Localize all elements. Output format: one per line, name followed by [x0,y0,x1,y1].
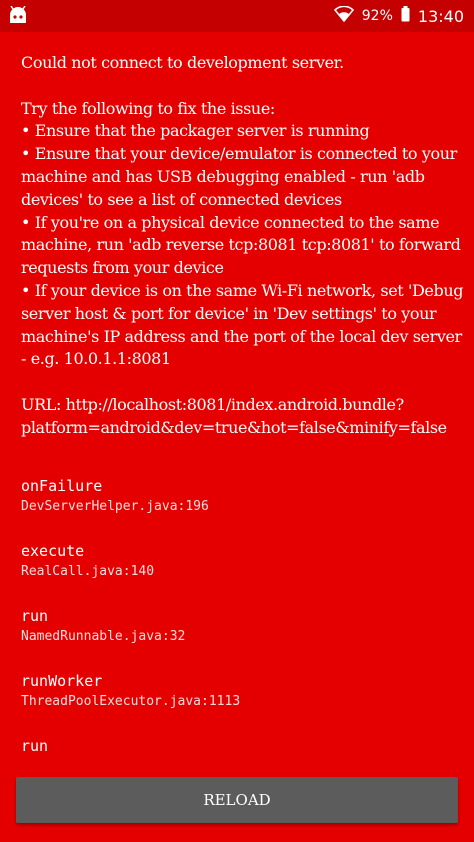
stack-frame-file: DevServerHelper.java:196 [21,499,209,514]
redbox-screen: Could not connect to development server.… [0,32,474,842]
status-bar: 92% 13:40 [0,0,474,32]
battery-percentage: 92% [361,8,393,24]
stack-frame[interactable]: runWorker ThreadPoolExecutor.java:1113 [21,672,461,737]
stack-frame[interactable]: execute RealCall.java:140 [21,542,461,607]
stack-frame-file: RealCall.java:140 [21,564,155,579]
stack-trace: onFailure DevServerHelper.java:196 execu… [21,477,461,802]
stack-frame-file: NamedRunnable.java:32 [21,629,186,644]
stack-frame-file: ThreadPoolExecutor.java:1113 [21,694,241,709]
stack-frame-method: run [21,607,49,625]
stack-frame-method: execute [21,542,85,560]
wifi-icon [333,5,354,26]
stack-frame-method: run [21,737,49,755]
android-robot-icon [8,5,28,24]
stack-frame[interactable]: onFailure DevServerHelper.java:196 [21,477,461,542]
error-message: Could not connect to development server.… [21,53,464,437]
reload-button[interactable]: RELOAD [16,777,458,823]
stack-frame[interactable]: run NamedRunnable.java:32 [21,607,461,672]
status-indicators: 92% 13:40 [333,0,464,32]
stack-frame-method: onFailure [21,477,103,495]
stack-frame-method: runWorker [21,672,103,690]
status-clock: 13:40 [417,6,464,26]
battery-icon [401,6,410,26]
